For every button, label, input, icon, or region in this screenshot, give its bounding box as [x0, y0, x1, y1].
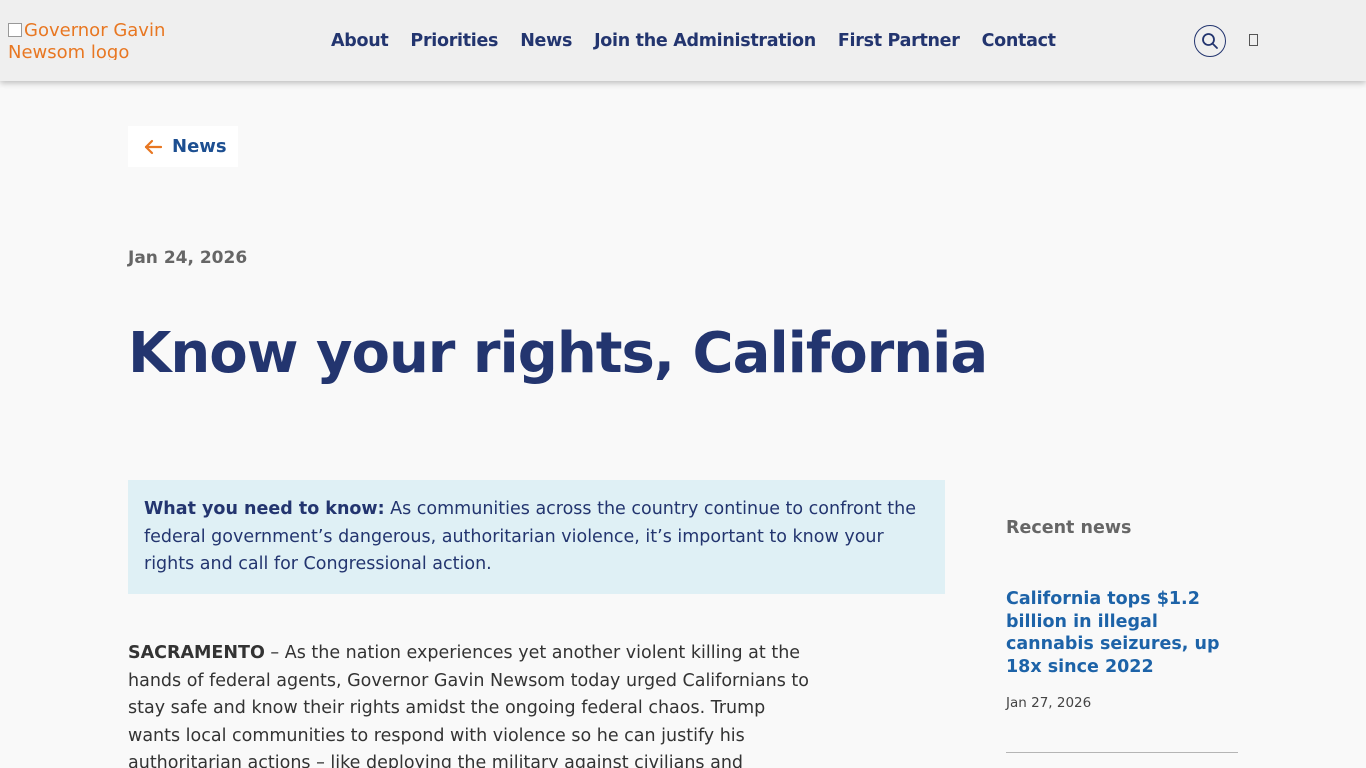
dateline: SACRAMENTO	[128, 643, 265, 663]
recent-news-heading: Recent news	[1006, 518, 1132, 538]
article-date: Jan 24, 2026	[128, 248, 248, 268]
nav-priorities[interactable]: Priorities	[399, 27, 509, 55]
main-nav: About Priorities News Join the Administr…	[320, 27, 1067, 55]
site-logo[interactable]: Governor Gavin Newsom logo	[8, 20, 248, 60]
recent-news-date: Jan 27, 2026	[1006, 695, 1092, 711]
nav-news[interactable]: News	[509, 27, 583, 55]
search-button[interactable]	[1194, 25, 1226, 57]
recent-news-link[interactable]: California tops $1.2 billion in illegal …	[1006, 588, 1244, 678]
nav-join-administration[interactable]: Join the Administration	[583, 27, 827, 55]
arrow-left-icon	[144, 139, 162, 154]
article-body: SACRAMENTO – As the nation experiences y…	[128, 640, 818, 768]
nav-first-partner[interactable]: First Partner	[827, 27, 971, 55]
back-link-label: News	[172, 136, 227, 157]
menu-icon[interactable]	[1249, 34, 1258, 46]
page-title: Know your rights, California	[128, 321, 988, 386]
callout-lead: What you need to know:	[144, 499, 385, 519]
nav-contact[interactable]: Contact	[971, 27, 1067, 55]
nav-about[interactable]: About	[320, 27, 399, 55]
site-header: Governor Gavin Newsom logo About Priorit…	[0, 0, 1366, 81]
broken-image-icon	[8, 23, 22, 37]
search-icon	[1202, 33, 1218, 49]
summary-callout: What you need to know: As communities ac…	[128, 480, 945, 594]
back-to-news-link[interactable]: News	[128, 126, 238, 167]
divider	[1006, 752, 1238, 753]
logo-alt-text: Governor Gavin Newsom logo	[8, 20, 166, 60]
